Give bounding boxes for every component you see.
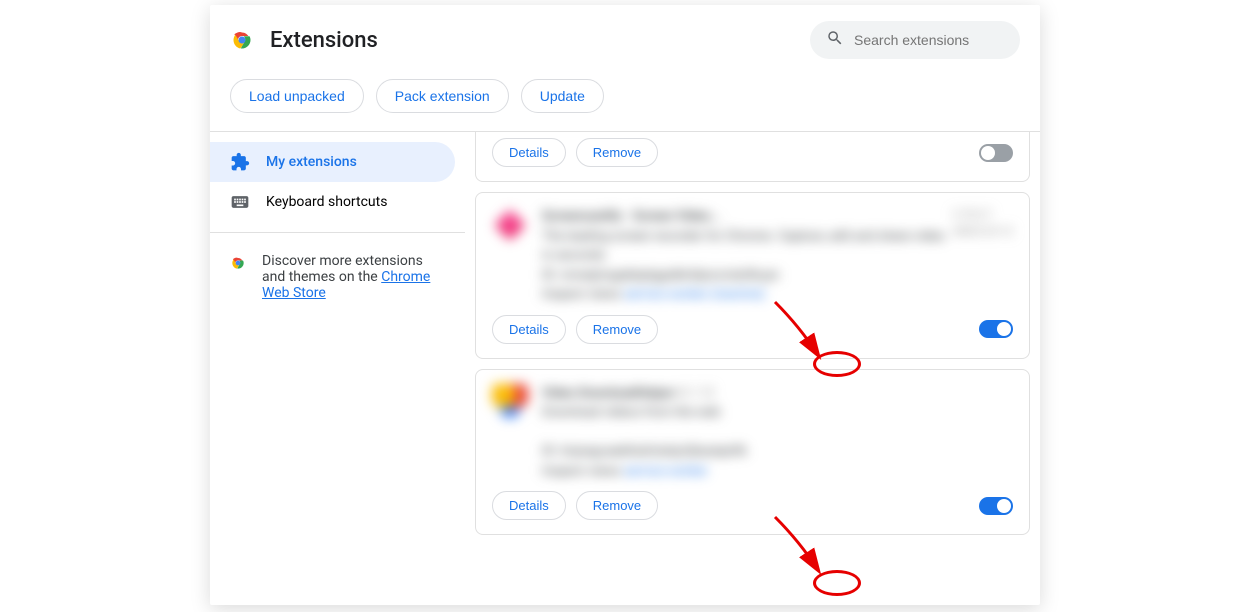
extension-icon	[230, 152, 250, 172]
sidebar-item-my-extensions[interactable]: My extensions	[210, 142, 455, 182]
sidebar: My extensions Keyboard shortcuts	[210, 132, 465, 605]
search-box[interactable]	[810, 21, 1020, 59]
search-input[interactable]	[854, 32, 1004, 48]
extension-icon	[492, 384, 528, 420]
page-title: Extensions	[270, 28, 794, 53]
sidebar-item-keyboard-shortcuts[interactable]: Keyboard shortcuts	[210, 182, 455, 222]
toolbar: Load unpacked Pack extension Update	[210, 67, 1040, 132]
content: My extensions Keyboard shortcuts	[210, 132, 1040, 605]
header: Extensions	[210, 5, 1040, 67]
extension-card: Screencastify - Screen Video... 2.70.0.7…	[475, 192, 1030, 359]
details-button[interactable]: Details	[492, 138, 566, 167]
enable-toggle[interactable]	[979, 320, 1013, 338]
sidebar-item-label: Keyboard shortcuts	[266, 194, 387, 210]
enable-toggle[interactable]	[979, 497, 1013, 515]
enable-toggle[interactable]	[979, 144, 1013, 162]
sidebar-discover: Discover more extensions and themes on t…	[210, 243, 465, 311]
remove-button[interactable]: Remove	[576, 491, 658, 520]
details-button[interactable]: Details	[492, 491, 566, 520]
annotation-oval-2	[813, 570, 861, 596]
load-unpacked-button[interactable]: Load unpacked	[230, 79, 364, 113]
webstore-icon	[230, 255, 246, 271]
remove-button[interactable]: Remove	[576, 315, 658, 344]
search-icon	[826, 29, 844, 51]
keyboard-icon	[230, 192, 250, 212]
main: Details Remove Screencastify - Screen Vi…	[465, 132, 1040, 605]
pack-extension-button[interactable]: Pack extension	[376, 79, 509, 113]
extensions-window: Extensions Load unpacked Pack extension …	[210, 5, 1040, 605]
remove-button[interactable]: Remove	[576, 138, 658, 167]
chrome-logo-icon	[230, 28, 254, 52]
details-button[interactable]: Details	[492, 315, 566, 344]
extension-card: Details Remove	[475, 132, 1030, 182]
extension-icon	[495, 210, 526, 241]
update-button[interactable]: Update	[521, 79, 604, 113]
sidebar-item-label: My extensions	[266, 154, 357, 170]
discover-text: Discover more extensions and themes on t…	[262, 253, 445, 301]
extension-card: Video DownloadHelper 8.1.12 Download vid…	[475, 369, 1030, 536]
sidebar-divider	[210, 232, 465, 233]
